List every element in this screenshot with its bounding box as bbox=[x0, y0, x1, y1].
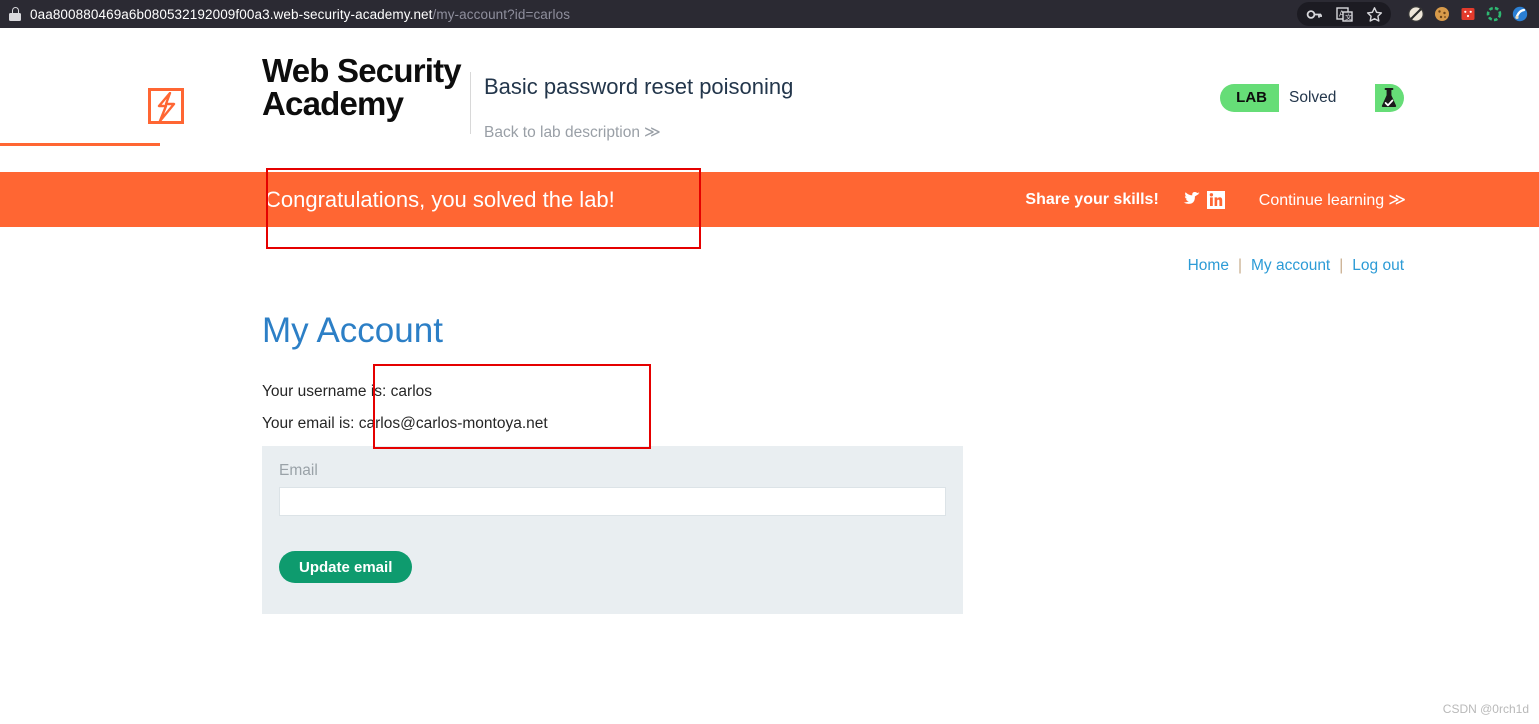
back-to-lab-description-link[interactable]: Back to lab description ≫ bbox=[484, 122, 661, 142]
translate-icon[interactable]: A 文 bbox=[1329, 2, 1359, 26]
padlock-secure-icon bbox=[8, 7, 22, 22]
nav-link-log-out[interactable]: Log out bbox=[1352, 257, 1404, 274]
password-key-icon[interactable] bbox=[1299, 2, 1329, 26]
email-input[interactable] bbox=[279, 487, 946, 516]
watermark: CSDN @0rch1d bbox=[1442, 702, 1529, 716]
lab-status-badge: LAB Solved bbox=[1220, 84, 1404, 112]
browser-toolbar: 0aa800880469a6b080532192009f00a3.web-sec… bbox=[0, 0, 1539, 28]
svg-text:文: 文 bbox=[1345, 12, 1352, 21]
banner-actions: Share your skills! Continue learning ≫ bbox=[1025, 189, 1406, 211]
page-body: Home | My account | Log out My Account Your … bbox=[0, 227, 1539, 724]
share-your-skills-label: Share your skills! bbox=[1025, 190, 1159, 208]
burp-extension-icon[interactable] bbox=[1507, 2, 1533, 26]
url-text: 0aa800880469a6b080532192009f00a3.web-sec… bbox=[30, 7, 570, 22]
browser-toolbar-right: A 文 bbox=[1297, 0, 1533, 28]
logo-line-1: Web Security bbox=[262, 52, 462, 89]
logo-line-2: Academy bbox=[262, 85, 404, 122]
update-email-button[interactable]: Update email bbox=[279, 551, 413, 583]
twitter-bird-icon[interactable] bbox=[1177, 189, 1203, 211]
foxyproxy-extension-icon[interactable] bbox=[1455, 2, 1481, 26]
lab-solved-banner: Congratulations, you solved the lab! Sha… bbox=[0, 172, 1539, 227]
url-host: 0aa800880469a6b080532192009f00a3.web-sec… bbox=[30, 6, 433, 22]
account-nav: Home | My account | Log out bbox=[1188, 257, 1404, 275]
nav-link-home[interactable]: Home bbox=[1188, 257, 1229, 274]
continue-learning-label: Continue learning bbox=[1258, 191, 1385, 209]
linkedin-icon[interactable] bbox=[1203, 189, 1229, 211]
chevron-right-icon: ≫ bbox=[643, 124, 661, 141]
lab-status-tag: LAB bbox=[1236, 89, 1267, 106]
account-heading: My Account bbox=[262, 311, 443, 350]
address-bar[interactable]: 0aa800880469a6b080532192009f00a3.web-sec… bbox=[4, 3, 578, 25]
wappalyzer-extension-icon[interactable] bbox=[1481, 2, 1507, 26]
email-field-label: Email bbox=[279, 462, 318, 479]
banner-message: Congratulations, you solved the lab! bbox=[265, 186, 615, 212]
url-path: /my-account?id=carlos bbox=[432, 6, 571, 22]
lightning-bolt-icon bbox=[148, 88, 184, 124]
lab-header: Web Security Academy Basic password rese… bbox=[0, 28, 1539, 172]
flask-check-icon bbox=[1375, 84, 1403, 112]
page-title: Basic password reset poisoning bbox=[484, 74, 794, 99]
back-link-label: Back to lab description bbox=[484, 124, 640, 141]
nav-separator: | bbox=[1339, 257, 1344, 274]
logo-underline bbox=[0, 143, 160, 146]
lab-status-value: Solved bbox=[1279, 84, 1375, 112]
update-email-form: Email Update email bbox=[262, 446, 963, 614]
account-username-text: Your username is: carlos bbox=[262, 383, 433, 400]
cookie-manager-extension-icon[interactable] bbox=[1429, 2, 1455, 26]
nav-link-my-account[interactable]: My account bbox=[1251, 257, 1330, 274]
noscript-extension-icon[interactable] bbox=[1403, 2, 1429, 26]
nav-separator: | bbox=[1237, 257, 1242, 274]
web-security-academy-logo[interactable]: Web Security Academy bbox=[262, 54, 466, 120]
continue-learning-link[interactable]: Continue learning ≫ bbox=[1258, 189, 1406, 210]
header-divider bbox=[470, 72, 471, 134]
bookmark-star-icon[interactable] bbox=[1359, 2, 1389, 26]
browser-action-group: A 文 bbox=[1297, 2, 1391, 26]
chevron-right-icon: ≫ bbox=[1388, 189, 1406, 209]
account-email-text: Your email is: carlos@carlos-montoya.net bbox=[262, 415, 548, 432]
